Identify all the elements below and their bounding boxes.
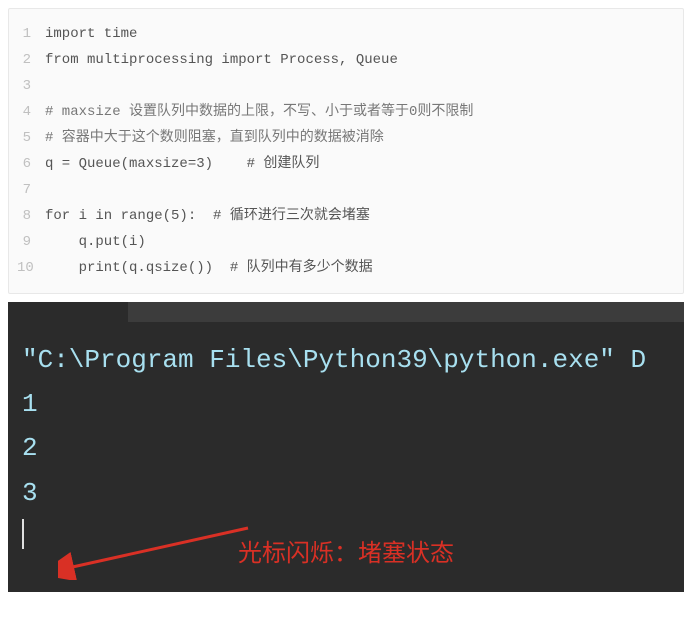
line-number: 5: [17, 125, 45, 151]
annotation-text: 光标闪烁：堵塞状态: [238, 533, 454, 568]
code-block: 1 import time 2 from multiprocessing imp…: [8, 8, 684, 294]
code-text: for i in range(5): # 循环进行三次就会堵塞: [45, 203, 370, 229]
terminal-command: "C:\Program Files\Python39\python.exe" D: [22, 338, 670, 382]
code-text: import time: [45, 21, 137, 47]
line-number: 8: [17, 203, 45, 229]
terminal-output-line: 2: [22, 426, 670, 470]
terminal-tab[interactable]: [8, 302, 128, 322]
terminal-tab-bar: [8, 302, 684, 322]
code-line: 3: [17, 73, 675, 99]
code-text: # 容器中大于这个数则阻塞，直到队列中的数据被消除: [45, 125, 384, 151]
line-number: 9: [17, 229, 45, 255]
line-number: 1: [17, 21, 45, 47]
code-line: 4 # maxsize 设置队列中数据的上限，不写、小于或者等于0则不限制: [17, 99, 675, 125]
code-line: 10 print(q.qsize()) # 队列中有多少个数据: [17, 255, 675, 281]
cursor-icon: [22, 519, 24, 549]
line-number: 4: [17, 99, 45, 125]
terminal-output-line: 3: [22, 471, 670, 515]
code-line: 6 q = Queue(maxsize=3) # 创建队列: [17, 151, 675, 177]
code-line: 2 from multiprocessing import Process, Q…: [17, 47, 675, 73]
code-text: # maxsize 设置队列中数据的上限，不写、小于或者等于0则不限制: [45, 99, 473, 125]
line-number: 6: [17, 151, 45, 177]
line-number: 2: [17, 47, 45, 73]
code-text: print(q.qsize()) # 队列中有多少个数据: [45, 255, 373, 281]
terminal: "C:\Program Files\Python39\python.exe" D…: [8, 302, 684, 592]
code-text: q = Queue(maxsize=3) # 创建队列: [45, 151, 319, 177]
terminal-content: "C:\Program Files\Python39\python.exe" D…: [8, 322, 684, 557]
code-line: 9 q.put(i): [17, 229, 675, 255]
code-line: 5 # 容器中大于这个数则阻塞，直到队列中的数据被消除: [17, 125, 675, 151]
code-text: from multiprocessing import Process, Que…: [45, 47, 398, 73]
line-number: 7: [17, 177, 45, 203]
code-line: 8 for i in range(5): # 循环进行三次就会堵塞: [17, 203, 675, 229]
code-line: 7: [17, 177, 675, 203]
code-text: q.put(i): [45, 229, 146, 255]
line-number: 3: [17, 73, 45, 99]
terminal-output-line: 1: [22, 382, 670, 426]
code-line: 1 import time: [17, 21, 675, 47]
line-number: 10: [17, 255, 45, 281]
